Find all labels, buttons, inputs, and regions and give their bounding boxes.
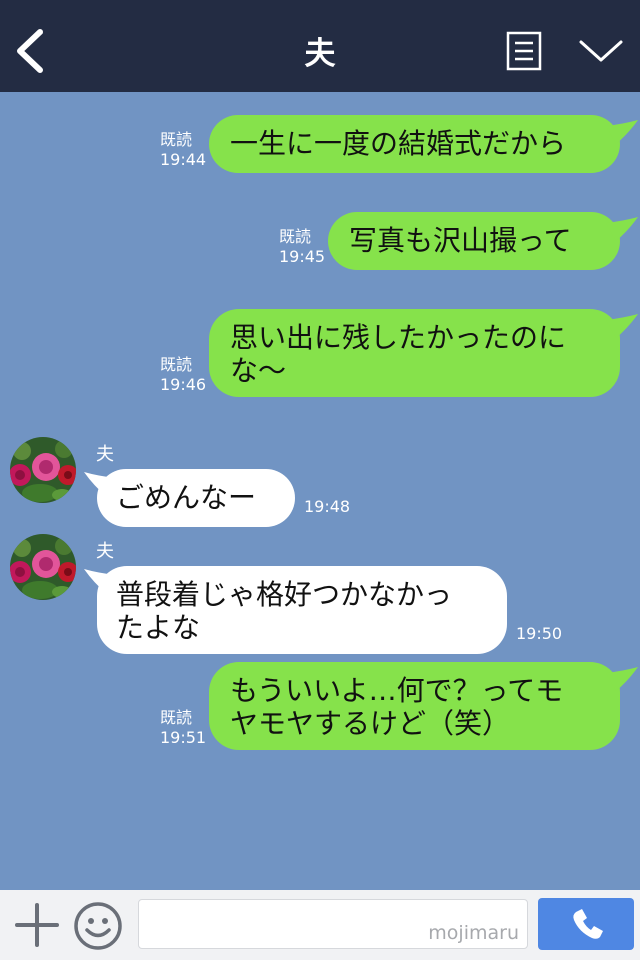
message-time: 19:48 [304,497,351,516]
bubble-tail [606,120,638,144]
note-icon [506,31,542,71]
received-message-bubble[interactable]: 普段着じゃ格好つかなかっ たよな [97,566,507,654]
smiley-icon [74,902,122,950]
watermark: mojimaru [428,922,519,944]
message-text-line: たよな [116,611,201,644]
message-text: ごめんなー [116,481,257,514]
phone-icon [573,909,603,939]
rose-avatar-icon [10,534,76,600]
call-button[interactable] [538,898,634,950]
add-attachment-button[interactable] [14,902,60,948]
message-text-line: もういいよ…何で？ってモ [230,674,564,707]
message-text-line: 思い出に残したかったのに [230,321,567,354]
read-receipt: 既読 19:44 [160,130,207,169]
chevron-down-icon [579,40,623,62]
bubble-tail [606,667,638,691]
sent-message-bubble[interactable]: もういいよ…何で？ってモ ヤモヤするけど（笑） [209,662,620,750]
chevron-left-icon [17,29,43,73]
sender-name: 夫 [96,444,114,465]
sent-message-bubble[interactable]: 一生に一度の結婚式だから [209,115,620,173]
rose-avatar-icon [10,437,76,503]
emoji-button[interactable] [73,901,123,951]
chat-header: 夫 [0,0,640,92]
avatar[interactable] [10,534,76,600]
message-text: 写真も沢山撮って [349,224,572,257]
read-receipt: 既読 19:45 [279,227,326,266]
back-button[interactable] [12,28,52,74]
read-receipt: 既読 19:46 [160,355,207,394]
message-input[interactable]: mojimaru [138,899,528,949]
received-message-bubble[interactable]: ごめんなー [97,469,295,527]
message-composer: mojimaru [0,890,640,960]
bubble-tail [606,314,638,338]
read-receipt: 既読 19:51 [160,708,207,747]
plus-icon [15,903,59,947]
message-text-line: 普段着じゃ格好つかなかっ [116,578,453,611]
menu-button[interactable] [578,36,624,66]
message-time: 19:50 [516,624,563,643]
chat-title: 夫 [304,36,336,72]
bubble-tail [606,217,638,241]
message-text-line: な〜 [230,354,287,387]
notes-button[interactable] [506,31,542,71]
message-list[interactable]: 既読 19:44 一生に一度の結婚式だから 既読 19:45 写真も沢山撮って … [0,92,640,890]
sender-name: 夫 [96,541,114,562]
avatar[interactable] [10,437,76,503]
message-text: 一生に一度の結婚式だから [230,127,567,160]
message-text-line: ヤモヤするけど（笑） [230,707,511,740]
sent-message-bubble[interactable]: 写真も沢山撮って [328,212,620,270]
sent-message-bubble[interactable]: 思い出に残したかったのに な〜 [209,309,620,397]
